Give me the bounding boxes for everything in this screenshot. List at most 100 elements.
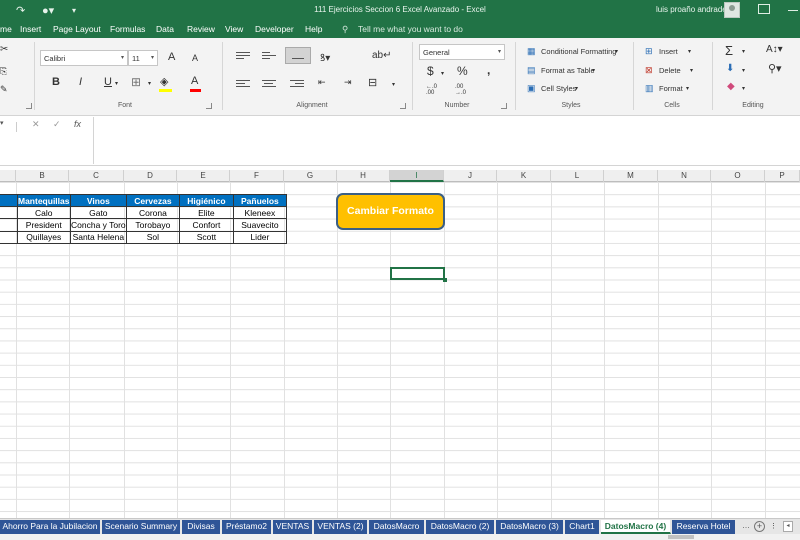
tab-splitter-icon[interactable]: ⋮	[770, 522, 777, 530]
column-header-b[interactable]: B	[16, 170, 69, 182]
wrap-text-icon[interactable]: ab↵	[372, 50, 392, 61]
table-cell[interactable]: Sol	[125, 230, 181, 244]
column-header-a-partial[interactable]	[0, 170, 16, 182]
format-cells-button[interactable]: Format	[659, 84, 683, 93]
align-right-icon[interactable]	[290, 78, 304, 90]
italic-button[interactable]: I	[79, 76, 82, 88]
format-as-table-icon[interactable]: ▤	[527, 65, 536, 76]
active-cell-selection[interactable]	[390, 267, 447, 282]
underline-button[interactable]: U	[104, 76, 112, 88]
orientation-icon[interactable]: ꝸ▾	[320, 50, 330, 64]
merge-center-icon[interactable]: ⊟	[368, 76, 377, 89]
increase-decimal-icon[interactable]: ←.0.00	[426, 84, 437, 96]
font-name-combo[interactable]: Calibri ▾	[40, 50, 128, 66]
tab-formulas[interactable]: Formulas	[110, 24, 145, 34]
chevron-down-icon[interactable]: ▾	[742, 67, 745, 74]
decrease-decimal-icon[interactable]: .00 →.0	[455, 84, 466, 96]
table-cell[interactable]: Scott	[179, 230, 234, 244]
table-cell[interactable]: t	[0, 230, 18, 244]
align-left-icon[interactable]	[236, 78, 250, 90]
chevron-down-icon[interactable]: ▾	[742, 48, 745, 55]
column-header-f[interactable]: F	[230, 170, 284, 182]
tab-developer[interactable]: Developer	[255, 24, 294, 34]
sheet-tab-chart1[interactable]: Chart1	[565, 520, 600, 534]
sheet-tab-ventas[interactable]: VENTAS	[273, 520, 313, 534]
more-sheets-icon[interactable]: …	[742, 521, 750, 530]
cambiar-formato-button[interactable]: Cambiar Formato	[336, 193, 445, 230]
table-cell[interactable]: o	[0, 218, 18, 232]
grow-font-button[interactable]: A	[168, 51, 175, 63]
column-header-j[interactable]: J	[444, 170, 497, 182]
conditional-formatting-button[interactable]: Conditional Formatting	[541, 47, 616, 56]
chevron-down-icon[interactable]: ▾	[742, 85, 745, 92]
column-header-o[interactable]: O	[711, 170, 765, 182]
table-cell[interactable]: Lider	[232, 230, 288, 244]
minimize-icon[interactable]	[788, 10, 798, 11]
column-header-h[interactable]: H	[337, 170, 390, 182]
chevron-down-icon[interactable]: ▾	[575, 85, 578, 92]
tab-home[interactable]: me	[0, 24, 12, 34]
horizontal-scrollbar[interactable]	[0, 534, 800, 540]
conditional-formatting-icon[interactable]: ▦	[527, 46, 536, 57]
sheet-tab-scenario-summary[interactable]: Scenario Summary	[102, 520, 181, 534]
comma-button[interactable]: ,	[487, 63, 490, 77]
fill-icon[interactable]: ⬇	[726, 63, 734, 74]
formula-input[interactable]	[93, 117, 800, 164]
fill-color-icon[interactable]: ◈	[160, 75, 168, 88]
sheet-tab-prestamo2[interactable]: Préstamo2	[222, 520, 272, 534]
clear-icon[interactable]: ◆	[727, 81, 735, 92]
format-cells-icon[interactable]: ▥	[645, 83, 654, 94]
table-header-cell[interactable]: Higiénico	[179, 193, 234, 208]
font-color-button[interactable]: A	[191, 75, 198, 87]
name-box-dropdown[interactable]: ▾	[0, 119, 10, 133]
column-header-p[interactable]: P	[765, 170, 800, 182]
shrink-font-button[interactable]: A	[192, 53, 198, 63]
sheet-tab-datosmacro[interactable]: DatosMacro	[369, 520, 425, 534]
cut-icon[interactable]: ✂	[0, 44, 8, 55]
sheet-tab-datosmacro-3[interactable]: DatosMacro (3)	[496, 520, 564, 534]
align-center-icon[interactable]	[262, 78, 276, 90]
autosum-icon[interactable]: Σ	[725, 43, 733, 58]
format-painter-icon[interactable]: ✎	[0, 84, 8, 95]
sheet-tab-ventas-2[interactable]: VENTAS (2)	[314, 520, 368, 534]
find-select-icon[interactable]: ⚲▾	[768, 62, 782, 75]
insert-function-button[interactable]: fx	[74, 119, 81, 129]
currency-button[interactable]: $	[427, 64, 434, 78]
table-cell[interactable]: President	[16, 218, 71, 232]
number-format-combo[interactable]: General ▾	[419, 44, 505, 60]
clipboard-launcher-icon[interactable]	[26, 103, 32, 109]
table-cell[interactable]: Confort	[179, 218, 234, 232]
tab-view[interactable]: View	[225, 24, 243, 34]
copy-icon[interactable]: ⎘	[0, 66, 7, 77]
avatar[interactable]	[724, 2, 740, 18]
chevron-down-icon[interactable]: ▾	[690, 67, 693, 74]
new-sheet-icon[interactable]: +	[754, 521, 765, 532]
table-header-cell[interactable]: Pañuelos	[232, 193, 288, 208]
chevron-down-icon[interactable]: ▾	[392, 81, 395, 88]
chevron-down-icon[interactable]: ▾	[686, 85, 689, 92]
table-cell[interactable]: Torobayo	[125, 218, 181, 232]
sheet-tab-datosmacro-4[interactable]: DatosMacro (4)	[601, 520, 671, 534]
table-header-cell[interactable]: Mantequillas	[16, 193, 71, 208]
column-header-d[interactable]: D	[124, 170, 177, 182]
column-header-n[interactable]: N	[658, 170, 711, 182]
table-cell[interactable]: Quillayes	[16, 230, 71, 244]
sheet-tab-ahorro[interactable]: Ahorro Para la Jubilacion	[0, 520, 101, 534]
tell-me-search[interactable]: Tell me what you want to do	[358, 24, 463, 34]
column-header-g[interactable]: G	[284, 170, 337, 182]
column-header-m[interactable]: M	[604, 170, 658, 182]
sheet-tab-datosmacro-2[interactable]: DatosMacro (2)	[426, 520, 495, 534]
table-header-cell[interactable]: Cervezas	[125, 193, 181, 208]
delete-cells-icon[interactable]: ⊠	[645, 65, 653, 76]
tab-insert[interactable]: Insert	[20, 24, 41, 34]
column-header-l[interactable]: L	[551, 170, 604, 182]
tab-data[interactable]: Data	[156, 24, 174, 34]
format-as-table-button[interactable]: Format as Table	[541, 66, 595, 75]
sheet-tab-divisas[interactable]: Divisas	[182, 520, 221, 534]
borders-icon[interactable]: ⊞	[131, 75, 141, 89]
bottom-align-icon[interactable]	[285, 47, 311, 64]
tab-help[interactable]: Help	[305, 24, 322, 34]
chevron-down-icon[interactable]: ▾	[148, 80, 151, 87]
number-launcher-icon[interactable]	[501, 103, 507, 109]
bold-button[interactable]: B	[52, 76, 60, 88]
